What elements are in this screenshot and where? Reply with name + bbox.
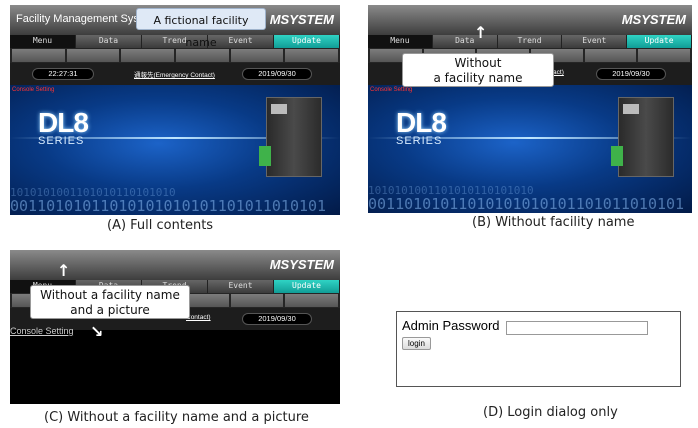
hero-subtitle: SERIES — [396, 135, 443, 147]
binary-pattern: 00110101011010101010101101011010101 — [368, 195, 685, 213]
hero-image: Console Setting DL8 SERIES 1010101001101… — [368, 85, 692, 213]
tab-trend[interactable]: Trend — [497, 35, 563, 48]
date-display: 2019/09/30 — [596, 68, 666, 80]
menu-bar: Menu Data Trend Event Update — [368, 35, 692, 48]
submenu-button[interactable] — [584, 49, 637, 62]
time-display: 22:27:31 — [32, 68, 94, 80]
caption-a: (A) Full contents — [107, 218, 214, 233]
panel-a-full-contents: Facility Management System MSYSTEM Menu … — [10, 5, 340, 215]
submenu-button[interactable] — [230, 49, 284, 62]
callout-line: Without — [454, 56, 502, 70]
panel-d-login-dialog: Admin Password login — [396, 311, 681, 387]
blank-content-area: Console Setting — [10, 326, 340, 404]
arrow-up-icon: ↑ — [474, 23, 488, 42]
console-setting-link[interactable]: Console Setting — [12, 87, 54, 93]
facility-name-callout: A fictional facility name — [136, 8, 266, 49]
without-facility-callout: Without a facility name — [402, 53, 554, 87]
submenu-button[interactable] — [285, 294, 339, 307]
submenu-button[interactable] — [285, 49, 339, 62]
panel-c-without-name-and-picture: MSYSTEM Menu Data Trend Event Update Con… — [10, 250, 340, 404]
without-name-and-picture-callout: Without a facility name and a picture — [30, 285, 190, 319]
submenu-button[interactable] — [121, 49, 175, 62]
tab-event[interactable]: Event — [208, 35, 274, 48]
submenu-button[interactable] — [638, 49, 691, 62]
console-setting-link[interactable]: Console Setting — [370, 87, 412, 93]
tab-data[interactable]: Data — [76, 35, 142, 48]
msystem-logo: MSYSTEM — [269, 257, 334, 272]
tab-event[interactable]: Event — [208, 280, 274, 293]
tab-update[interactable]: Update — [274, 35, 340, 48]
arrow-up-icon: ↑ — [57, 261, 71, 280]
callout-line: and a picture — [70, 303, 150, 317]
submenu-row — [10, 48, 340, 63]
submenu-button[interactable] — [230, 294, 284, 307]
login-button[interactable]: login — [402, 337, 431, 350]
tab-data[interactable]: Data — [432, 35, 498, 48]
title-bar: MSYSTEM — [368, 5, 692, 35]
menu-bar: Menu Data Trend Event Update — [10, 35, 340, 48]
hero-subtitle: SERIES — [38, 135, 85, 147]
emergency-contact-link[interactable]: 通報先(Emergency Contact) — [134, 69, 215, 79]
date-display: 2019/09/30 — [242, 313, 312, 325]
tab-update[interactable]: Update — [627, 35, 692, 48]
msystem-logo: MSYSTEM — [269, 12, 334, 27]
date-display: 2019/09/30 — [242, 68, 312, 80]
hero-image: Console Setting DL8 SERIES 1010101001101… — [10, 85, 340, 215]
panel-b-without-facility-name: MSYSTEM Menu Data Trend Event Update ont… — [368, 5, 692, 213]
caption-b: (B) Without facility name — [472, 215, 635, 230]
tab-update[interactable]: Update — [274, 280, 340, 293]
arrow-down-right-icon: ↘ — [90, 322, 104, 341]
tab-event[interactable]: Event — [562, 35, 628, 48]
console-setting-link[interactable]: Console Setting — [10, 326, 74, 336]
submenu-button[interactable] — [66, 49, 120, 62]
tab-menu[interactable]: Menu — [368, 35, 433, 48]
caption-d: (D) Login dialog only — [483, 405, 618, 420]
callout-line: a facility name — [433, 71, 523, 85]
admin-password-input[interactable] — [506, 321, 648, 335]
tab-menu[interactable]: Menu — [10, 35, 76, 48]
device-picture — [259, 97, 322, 177]
msystem-logo: MSYSTEM — [621, 12, 686, 27]
callout-line: Without a facility name — [40, 288, 180, 302]
status-row: 22:27:31 通報先(Emergency Contact) 2019/09/… — [10, 63, 340, 85]
admin-password-label: Admin Password — [402, 318, 500, 333]
caption-c: (C) Without a facility name and a pictur… — [44, 410, 309, 425]
submenu-button[interactable] — [12, 49, 65, 62]
device-picture — [611, 97, 674, 177]
binary-pattern: 00110101011010101010101101011010101 — [10, 197, 327, 215]
